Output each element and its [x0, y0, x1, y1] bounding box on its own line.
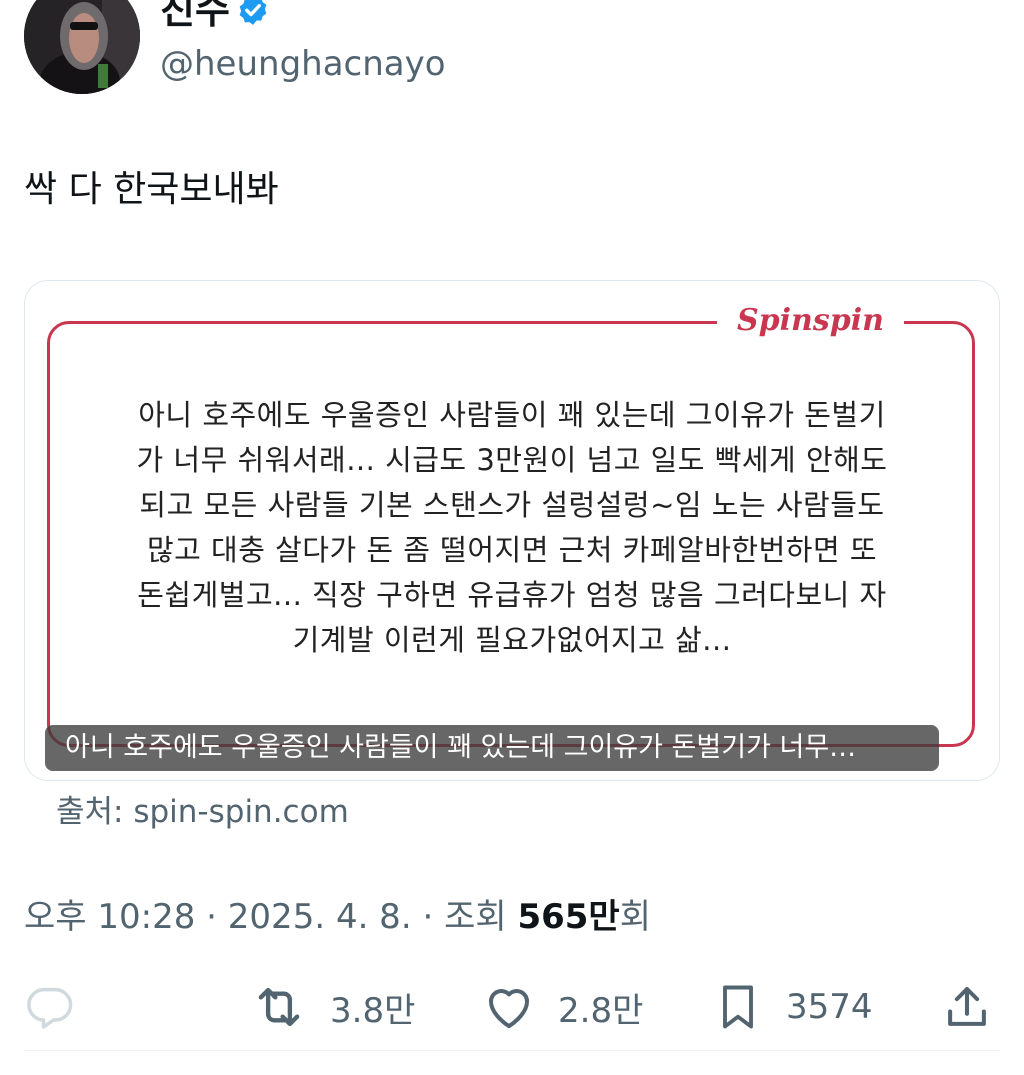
retweet-button[interactable]: 3.8만: [250, 975, 415, 1039]
card-source-link[interactable]: 출처: spin-spin.com: [56, 790, 349, 834]
tweet-time[interactable]: 오후 10:28: [24, 897, 195, 937]
quote-line: 많고 대충 살다가 돈 좀 떨어지면 근처 카페알바한번하면 또: [146, 533, 878, 567]
tweet-date[interactable]: 2025. 4. 8.: [228, 897, 412, 937]
display-name[interactable]: 진수: [160, 0, 230, 34]
retweet-icon: [258, 987, 300, 1027]
reply-icon: [27, 987, 73, 1029]
display-name-row: 진수: [160, 0, 270, 34]
tweet-header: 진수 @heunghacnayo: [0, 0, 1024, 110]
bookmark-count: 3574: [786, 987, 873, 1027]
bookmark-button[interactable]: 3574: [712, 975, 873, 1039]
user-handle[interactable]: @heunghacnayo: [160, 40, 446, 88]
retweet-count: 3.8만: [330, 990, 416, 1031]
quote-line: 가 너무 쉬워서래... 시급도 3만원이 넘고 일도 빡세게 안해도: [136, 443, 888, 477]
share-icon: [948, 986, 986, 1026]
views-label: 조회: [444, 897, 507, 937]
brand-logo: Spinspin: [717, 299, 904, 343]
quote-line: 아니 호주에도 우울증인 사람들이 꽤 있는데 그이유가 돈벌기: [138, 398, 886, 432]
verified-badge-icon: [236, 0, 270, 27]
reply-button[interactable]: [24, 975, 76, 1039]
meta-separator: ·: [206, 897, 217, 937]
quote-line: 되고 모든 사람들 기본 스탠스가 설렁설렁~임 노는 사람들도: [139, 488, 885, 522]
card-caption: 아니 호주에도 우울증인 사람들이 꽤 있는데 그이유가 돈벌기가 너무…: [45, 725, 939, 771]
bookmark-icon: [723, 985, 753, 1029]
share-button[interactable]: [940, 975, 994, 1039]
tweet-meta: 오후 10:28 · 2025. 4. 8. · 조회 565만회: [24, 893, 651, 941]
quote-text: 아니 호주에도 우울증인 사람들이 꽤 있는데 그이유가 돈벌기 가 너무 쉬워…: [85, 393, 939, 663]
views-count: 565만: [517, 897, 620, 937]
tweet-text: 싹 다 한국보내봐: [24, 169, 279, 210]
views-unit: 회: [619, 897, 651, 937]
avatar-image: [24, 0, 140, 94]
like-button[interactable]: 2.8만: [482, 975, 643, 1039]
action-bar: 3.8만 2.8만 3574: [0, 975, 1024, 1039]
meta-separator: ·: [422, 897, 434, 937]
heart-icon: [488, 989, 530, 1029]
avatar[interactable]: [24, 0, 140, 94]
like-count: 2.8만: [558, 990, 644, 1031]
quote-line: 기계발 이런게 필요가없어지고 삶...: [292, 623, 732, 657]
link-card[interactable]: Spinspin 아니 호주에도 우울증인 사람들이 꽤 있는데 그이유가 돈벌…: [24, 280, 1000, 781]
quote-line: 돈쉽게벌고... 직장 구하면 유급휴가 엄청 많음 그러다보니 자: [137, 578, 887, 612]
divider: [24, 1050, 1000, 1051]
